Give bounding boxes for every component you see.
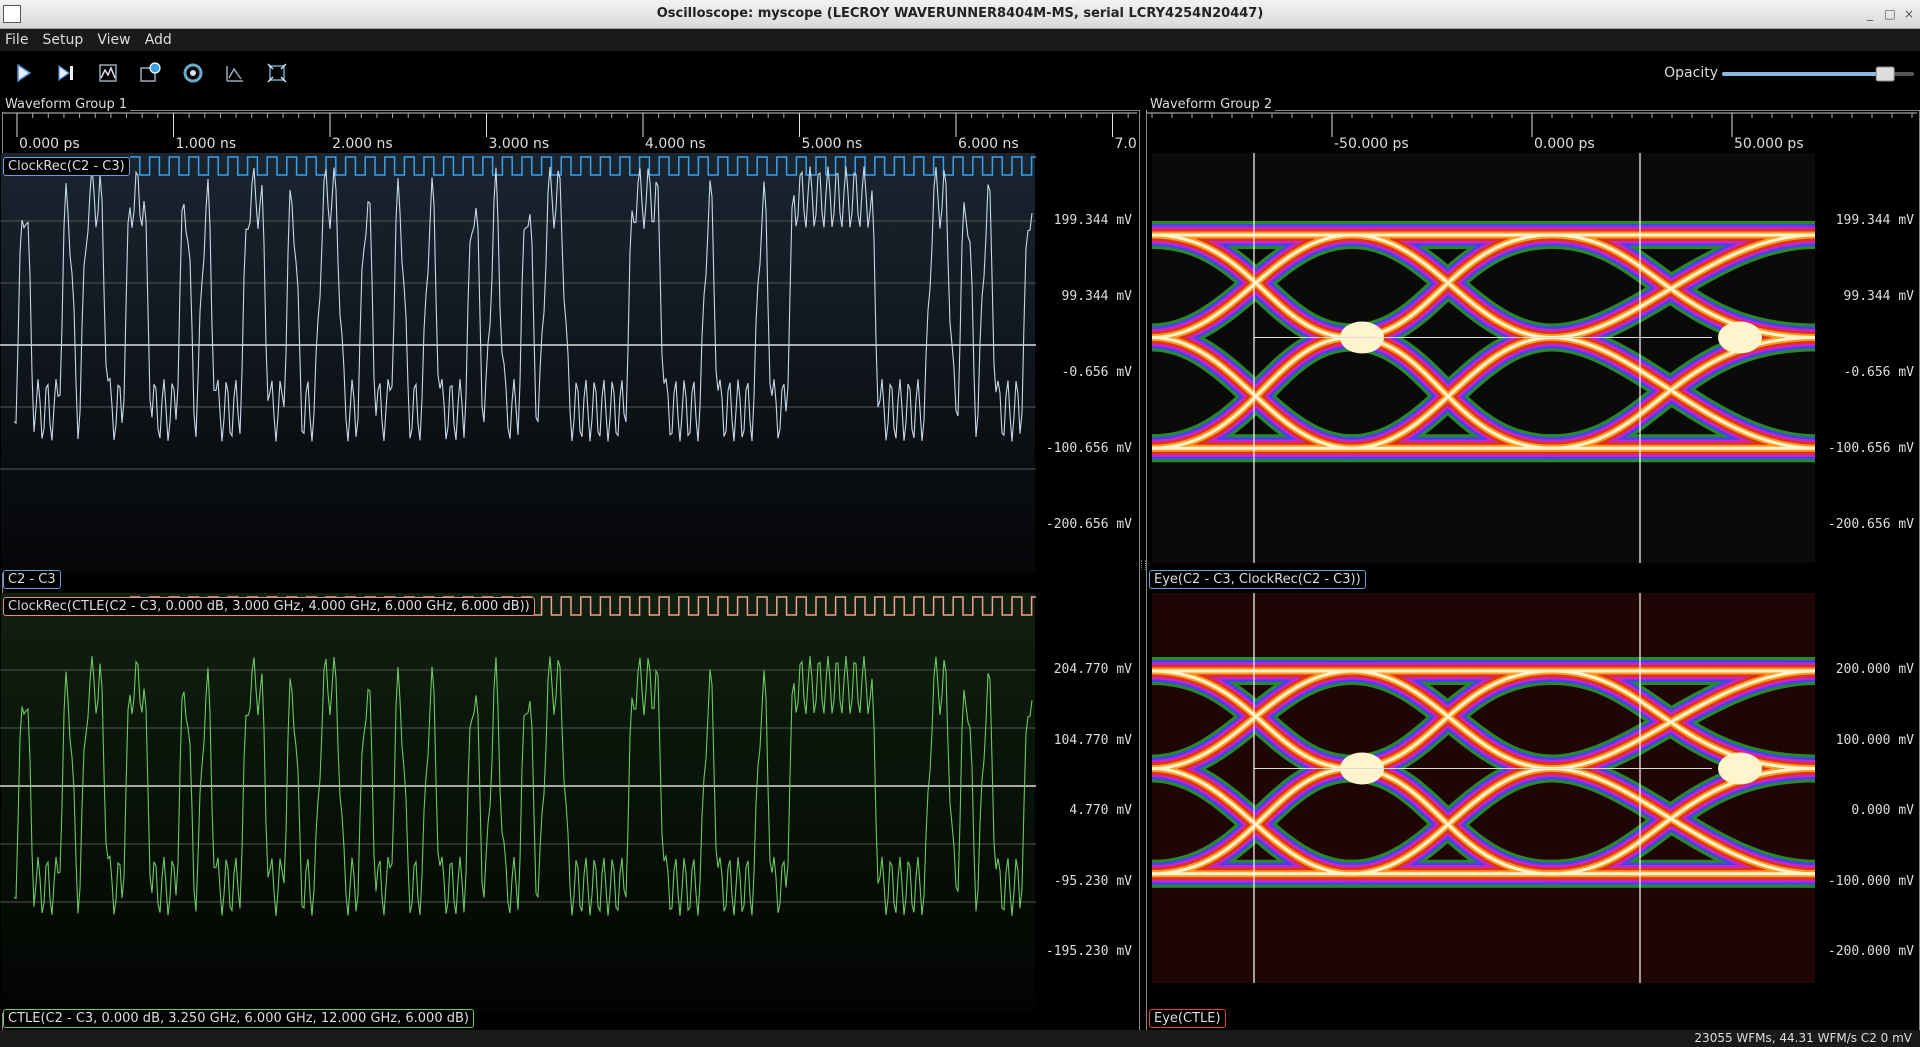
ruler2-tick-label: -50.000 ps: [1334, 136, 1409, 152]
start-trigger-icon[interactable]: [8, 58, 38, 88]
ctle-label[interactable]: CTLE(C2 - C3, 0.000 dB, 3.250 GHz, 6.000…: [3, 1009, 474, 1028]
menu-add[interactable]: Add: [140, 29, 176, 48]
scope-add-icon[interactable]: [135, 58, 165, 88]
time-ruler-2[interactable]: -50.000 ps 0.000 ps 50.000 ps: [1147, 112, 1917, 152]
top1-ylabel: -100.656 mV: [1045, 441, 1132, 456]
eye-diagram-c2-c3[interactable]: [1152, 153, 1815, 563]
bot1-ylabel: -95.230 mV: [1053, 873, 1132, 889]
menu-view[interactable]: View: [92, 29, 134, 48]
menu-bar: File Setup View Add: [0, 29, 1920, 51]
opacity-slider-handle[interactable]: [1875, 66, 1895, 82]
bot2-ylabel: 200.000 mV: [1835, 662, 1914, 677]
title-bar: Oscilloscope: myscope (LECROY WAVERUNNER…: [0, 0, 1920, 29]
ruler1-tick-label: 7.00: [1115, 136, 1138, 152]
ruler1-tick-label: 3.000 ns: [489, 136, 550, 152]
bot2-ylabel: 100.000 mV: [1835, 732, 1914, 748]
single-trigger-icon[interactable]: [51, 58, 81, 88]
status-bar: 23055 WFMs, 44.31 WFM/s C2 0 mV: [0, 1030, 1920, 1047]
status-text: 23055 WFMs, 44.31 WFM/s C2 0 mV: [1694, 1031, 1912, 1045]
clockrec-ctle-label[interactable]: ClockRec(CTLE(C2 - C3, 0.000 dB, 3.000 G…: [3, 597, 535, 616]
group2-label: Waveform Group 2: [1147, 97, 1276, 112]
close-icon[interactable]: ×: [1901, 6, 1917, 22]
waveform-ctle[interactable]: [0, 593, 1036, 1013]
toolbar: Opacity: [0, 52, 1920, 94]
eye-diagram-ctle[interactable]: [1152, 593, 1815, 983]
ruler1-tick-label: 2.000 ns: [332, 136, 393, 152]
top1-ylabel: 99.344 mV: [1061, 289, 1132, 304]
opacity-slider[interactable]: [1722, 64, 1914, 84]
bot1-ylabel: -195.230 mV: [1045, 944, 1132, 959]
window-title: Oscilloscope: myscope (LECROY WAVERUNNER…: [656, 6, 1264, 21]
bot1-ylabel: 104.770 mV: [1053, 732, 1132, 748]
bot1-ylabel: 204.770 mV: [1053, 662, 1132, 677]
menu-file[interactable]: File: [0, 29, 32, 48]
fft-icon[interactable]: [93, 58, 123, 88]
opacity-label: Opacity: [1664, 65, 1718, 81]
cursor-icon[interactable]: [220, 58, 250, 88]
waveform-c2-c3[interactable]: [0, 153, 1036, 573]
top2-ylabel: -200.656 mV: [1827, 517, 1914, 532]
top2-ylabel: 99.344 mV: [1843, 289, 1914, 304]
bot2-ylabel: -100.000 mV: [1827, 873, 1914, 889]
ruler1-tick-label: 4.000 ns: [645, 136, 706, 152]
eye-ctle-label[interactable]: Eye(CTLE): [1149, 1009, 1226, 1028]
ruler1-tick-label: 0.000 ps: [19, 136, 80, 152]
ruler2-tick-label: 0.000 ps: [1534, 136, 1595, 152]
settings-icon[interactable]: [178, 58, 208, 88]
group1-label: Waveform Group 1: [2, 97, 131, 112]
bot2-ylabel: -200.000 mV: [1827, 944, 1914, 959]
ruler1-tick-label: 5.000 ns: [802, 136, 863, 152]
fullscreen-icon[interactable]: [262, 58, 292, 88]
time-ruler-1[interactable]: 0.000 ps 1.000 ns 2.000 ns 3.000 ns 4.000 ns…: [3, 112, 1137, 152]
top1-ylabel: 199.344 mV: [1053, 213, 1132, 228]
menu-setup[interactable]: Setup: [38, 29, 88, 48]
bot1-ylabel: 4.770 mV: [1069, 803, 1132, 818]
ruler2-tick-label: 50.000 ps: [1734, 136, 1804, 152]
top1-ylabel: -0.656 mV: [1061, 365, 1132, 380]
ruler1-tick-label: 1.000 ns: [176, 136, 237, 152]
clockrec-label[interactable]: ClockRec(C2 - C3): [3, 157, 130, 176]
ruler1-tick-label: 6.000 ns: [958, 136, 1019, 152]
top2-ylabel: -0.656 mV: [1843, 365, 1914, 380]
top2-ylabel: -100.656 mV: [1827, 441, 1914, 456]
bot2-ylabel: 0.000 mV: [1851, 803, 1914, 818]
maximize-icon[interactable]: □: [1882, 6, 1898, 22]
top2-ylabel: 199.344 mV: [1835, 213, 1914, 228]
eye-c2-c3-label[interactable]: Eye(C2 - C3, ClockRec(C2 - C3)): [1149, 570, 1366, 589]
top1-ylabel: -200.656 mV: [1045, 517, 1132, 532]
c2-c3-label[interactable]: C2 - C3: [3, 570, 61, 589]
minimize-icon[interactable]: _: [1862, 6, 1878, 22]
